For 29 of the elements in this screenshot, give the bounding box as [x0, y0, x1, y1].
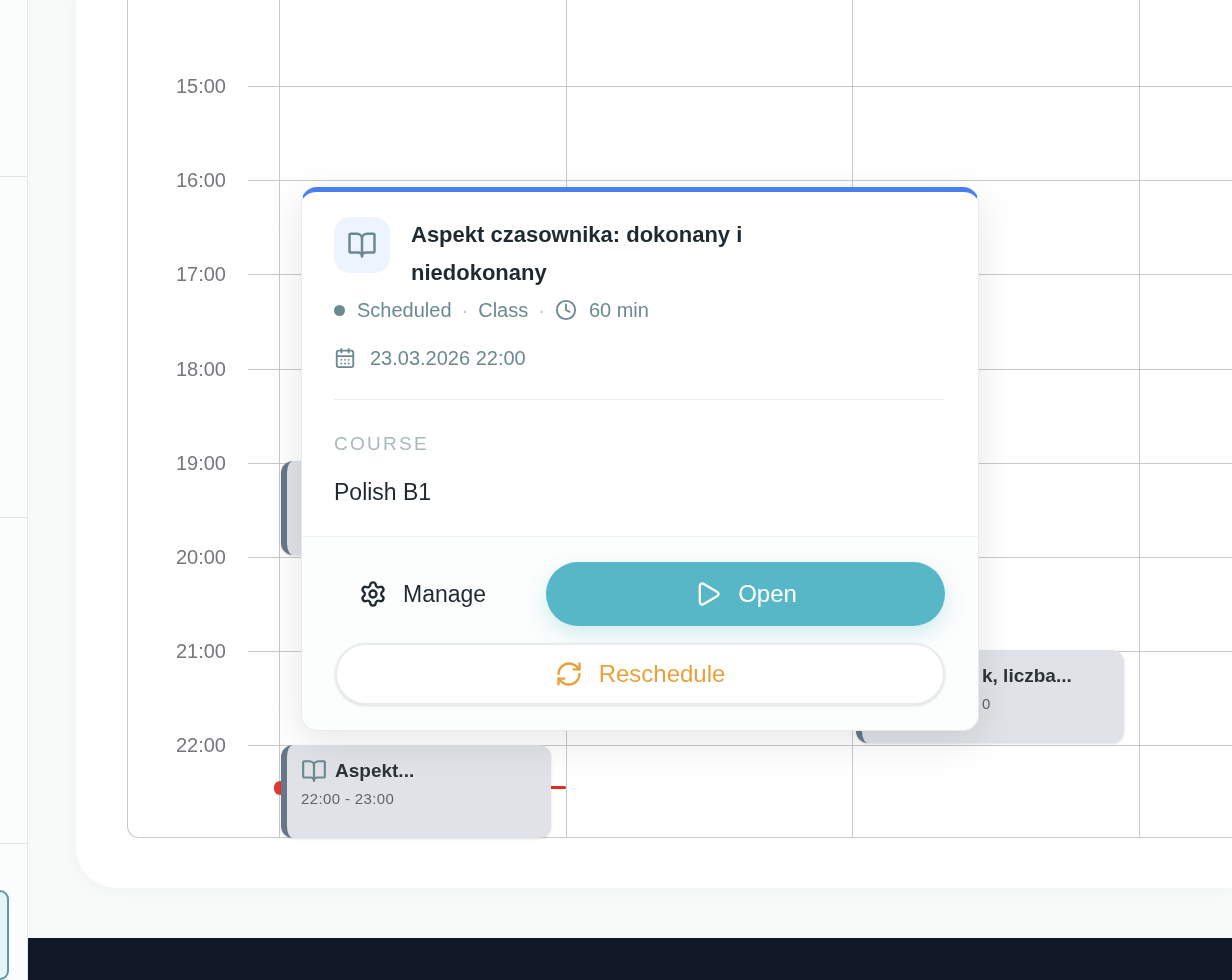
type-label: Class	[478, 298, 529, 323]
separator: ·	[538, 298, 545, 323]
time-label: 18:00	[174, 358, 226, 379]
event-time: 22:00 - 23:00	[301, 788, 396, 809]
time-label: 17:00	[174, 264, 226, 285]
course-name: Polish B1	[334, 477, 433, 507]
time-label: 16:00	[174, 170, 226, 191]
manage-button[interactable]: Manage	[335, 563, 511, 625]
duration-label: 60 min	[588, 298, 649, 323]
time-label: 19:00	[174, 452, 226, 473]
date-label: 23.03.2026 22:00	[370, 346, 526, 371]
course-label: COURSE	[334, 432, 430, 456]
event-title: Aspekt...	[335, 759, 415, 783]
time-label: 21:00	[174, 641, 226, 662]
calendar-icon	[334, 347, 356, 369]
event-card[interactable]: Aspekt... 22:00 - 23:00	[281, 745, 551, 838]
time-label: 22:00	[174, 735, 226, 756]
settings-icon	[359, 580, 387, 608]
event-time: 0	[982, 693, 992, 714]
separator: ·	[461, 298, 469, 323]
time-label: 15:00	[174, 76, 226, 96]
popover-title: Aspekt czasownika: dokonany i niedokonany	[411, 221, 744, 287]
status-label: Scheduled	[357, 298, 452, 323]
time-label: 20:00	[174, 547, 226, 567]
clock-icon	[554, 299, 577, 321]
book-icon	[301, 758, 327, 785]
event-title: k, liczba...	[982, 664, 1072, 688]
book-icon	[334, 217, 390, 273]
refresh-icon	[554, 660, 583, 688]
